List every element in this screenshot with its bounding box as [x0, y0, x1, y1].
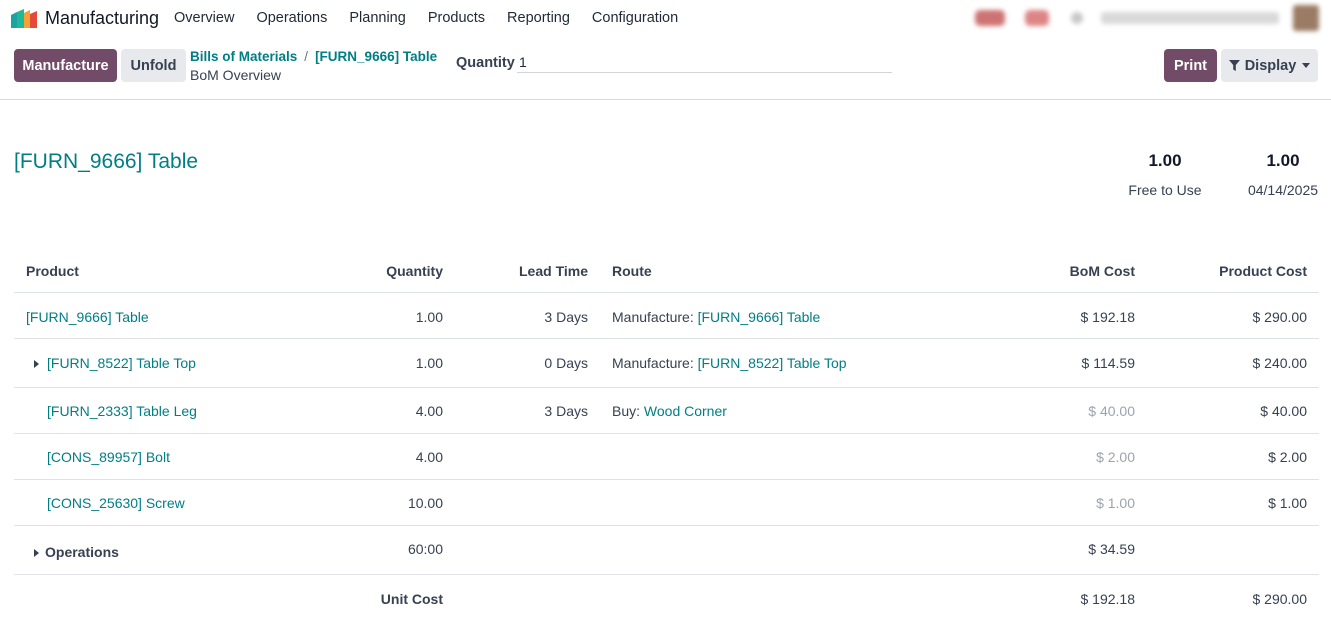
- breadcrumb-subtitle: BoM Overview: [190, 67, 282, 83]
- operations-bom-cost: $ 34.59: [1088, 541, 1135, 557]
- lead-time-cell: 0 Days: [544, 355, 588, 371]
- availability-date: 04/14/2025: [1247, 182, 1319, 198]
- product-link[interactable]: [CONS_89957] Bolt: [47, 449, 170, 465]
- free-to-use-stat: 1.00 Free to Use: [1122, 151, 1208, 198]
- breadcrumb: Bills of Materials / [FURN_9666] Table: [190, 49, 437, 64]
- route-cell: Manufacture: [FURN_9666] Table: [612, 309, 820, 325]
- operations-duration: 60:00: [407, 541, 443, 557]
- top-navbar: Manufacturing Overview Operations Planni…: [0, 0, 1331, 38]
- lead-time-cell: 3 Days: [544, 309, 588, 325]
- chevron-down-icon: [1302, 63, 1311, 68]
- operations-row: Operations 60:00 $ 34.59: [14, 526, 1319, 575]
- column-product: Product: [26, 263, 79, 279]
- column-quantity: Quantity: [386, 263, 443, 279]
- route-type: Manufacture:: [612, 355, 694, 371]
- avatar[interactable]: [1293, 5, 1319, 31]
- route-link[interactable]: Wood Corner: [644, 403, 727, 419]
- product-cost-cell: $ 240.00: [1252, 355, 1308, 371]
- route-cell: Manufacture: [FURN_8522] Table Top: [612, 355, 847, 371]
- quantity-cell: 4.00: [415, 403, 443, 419]
- table-row: [FURN_8522] Table Top 1.00 0 Days Manufa…: [14, 339, 1319, 388]
- breadcrumb-bills-of-materials[interactable]: Bills of Materials: [190, 49, 297, 64]
- product-title[interactable]: [FURN_9666] Table: [14, 150, 198, 174]
- menu-reporting[interactable]: Reporting: [507, 10, 570, 26]
- table-row: [FURN_2333] Table Leg 4.00 3 Days Buy: W…: [14, 388, 1319, 434]
- menu-operations[interactable]: Operations: [256, 10, 327, 26]
- bom-cost-cell: $ 2.00: [1096, 449, 1135, 465]
- filter-icon: [1228, 60, 1240, 71]
- systray: [975, 4, 1319, 32]
- product-link[interactable]: [FURN_9666] Table: [26, 309, 149, 325]
- display-button[interactable]: Display: [1221, 49, 1318, 82]
- product-cost-cell: $ 2.00: [1268, 449, 1307, 465]
- caret-right-icon: [34, 549, 39, 558]
- bom-overview-table: Product Quantity Lead Time Route BoM Cos…: [14, 248, 1319, 621]
- unfold-button[interactable]: Unfold: [121, 49, 186, 82]
- product-cost-cell: $ 290.00: [1252, 309, 1308, 325]
- table-header-row: Product Quantity Lead Time Route BoM Cos…: [14, 248, 1319, 293]
- column-route: Route: [612, 263, 652, 279]
- quantity-label: Quantity: [456, 55, 515, 71]
- availability-value: 1.00: [1266, 151, 1300, 170]
- route-link[interactable]: [FURN_9666] Table: [698, 309, 821, 325]
- app-name[interactable]: Manufacturing: [45, 8, 159, 29]
- column-bom-cost: BoM Cost: [1069, 263, 1135, 279]
- bom-cost-cell: $ 192.18: [1080, 309, 1136, 325]
- display-label: Display: [1244, 57, 1297, 74]
- operations-label[interactable]: Operations: [45, 544, 119, 560]
- unit-cost-product-cost: $ 290.00: [1252, 591, 1308, 607]
- print-button[interactable]: Print: [1164, 49, 1217, 82]
- menu-overview[interactable]: Overview: [174, 10, 234, 26]
- route-type: Buy:: [612, 403, 641, 419]
- free-to-use-value: 1.00: [1148, 151, 1182, 170]
- menu-configuration[interactable]: Configuration: [592, 10, 678, 26]
- route-cell: Buy: Wood Corner: [612, 403, 727, 419]
- caret-right-icon: [34, 360, 39, 369]
- quantity-input[interactable]: [517, 52, 892, 73]
- manufacture-button[interactable]: Manufacture: [14, 49, 117, 82]
- availability-date-stat: 1.00 04/14/2025: [1239, 151, 1327, 198]
- unit-cost-label: Unit Cost: [380, 591, 443, 607]
- product-link[interactable]: [FURN_8522] Table Top: [47, 355, 196, 371]
- table-row: [CONS_25630] Screw 10.00 $ 1.00 $ 1.00: [14, 480, 1319, 526]
- column-lead-time: Lead Time: [519, 263, 588, 279]
- breadcrumb-separator: /: [304, 49, 309, 64]
- messaging-icon[interactable]: [975, 10, 1005, 26]
- settings-icon[interactable]: [1071, 12, 1083, 24]
- product-link[interactable]: [FURN_2333] Table Leg: [47, 403, 197, 419]
- product-cost-cell: $ 1.00: [1268, 495, 1307, 511]
- main-menu: Overview Operations Planning Products Re…: [174, 10, 700, 26]
- menu-planning[interactable]: Planning: [349, 10, 405, 26]
- route-type: Manufacture:: [612, 309, 694, 325]
- lead-time-cell: 3 Days: [544, 403, 588, 419]
- company-switcher[interactable]: [1101, 12, 1279, 24]
- menu-products[interactable]: Products: [428, 10, 485, 26]
- column-product-cost: Product Cost: [1219, 263, 1307, 279]
- table-row: [CONS_89957] Bolt 4.00 $ 2.00 $ 2.00: [14, 434, 1319, 480]
- breadcrumb-current-bom[interactable]: [FURN_9666] Table: [315, 49, 437, 64]
- quantity-cell: 1.00: [415, 355, 443, 371]
- route-link[interactable]: [FURN_8522] Table Top: [698, 355, 847, 371]
- manufacturing-app-icon[interactable]: [11, 9, 37, 28]
- product-cost-cell: $ 40.00: [1260, 403, 1307, 419]
- quantity-cell: 10.00: [407, 495, 443, 511]
- control-panel-divider: [0, 99, 1331, 100]
- activity-icon[interactable]: [1025, 10, 1049, 26]
- quantity-cell: 1.00: [415, 309, 443, 325]
- product-link[interactable]: [CONS_25630] Screw: [47, 495, 185, 511]
- expand-toggle[interactable]: [34, 356, 47, 372]
- unit-cost-row: Unit Cost $ 192.18 $ 290.00: [14, 575, 1319, 621]
- bom-cost-cell: $ 40.00: [1088, 403, 1135, 419]
- table-row: [FURN_9666] Table 1.00 3 Days Manufactur…: [14, 293, 1319, 339]
- quantity-cell: 4.00: [415, 449, 443, 465]
- bom-cost-cell: $ 114.59: [1081, 355, 1135, 371]
- bom-cost-cell: $ 1.00: [1096, 495, 1135, 511]
- unit-cost-bom-cost: $ 192.18: [1080, 591, 1136, 607]
- free-to-use-label: Free to Use: [1128, 182, 1202, 198]
